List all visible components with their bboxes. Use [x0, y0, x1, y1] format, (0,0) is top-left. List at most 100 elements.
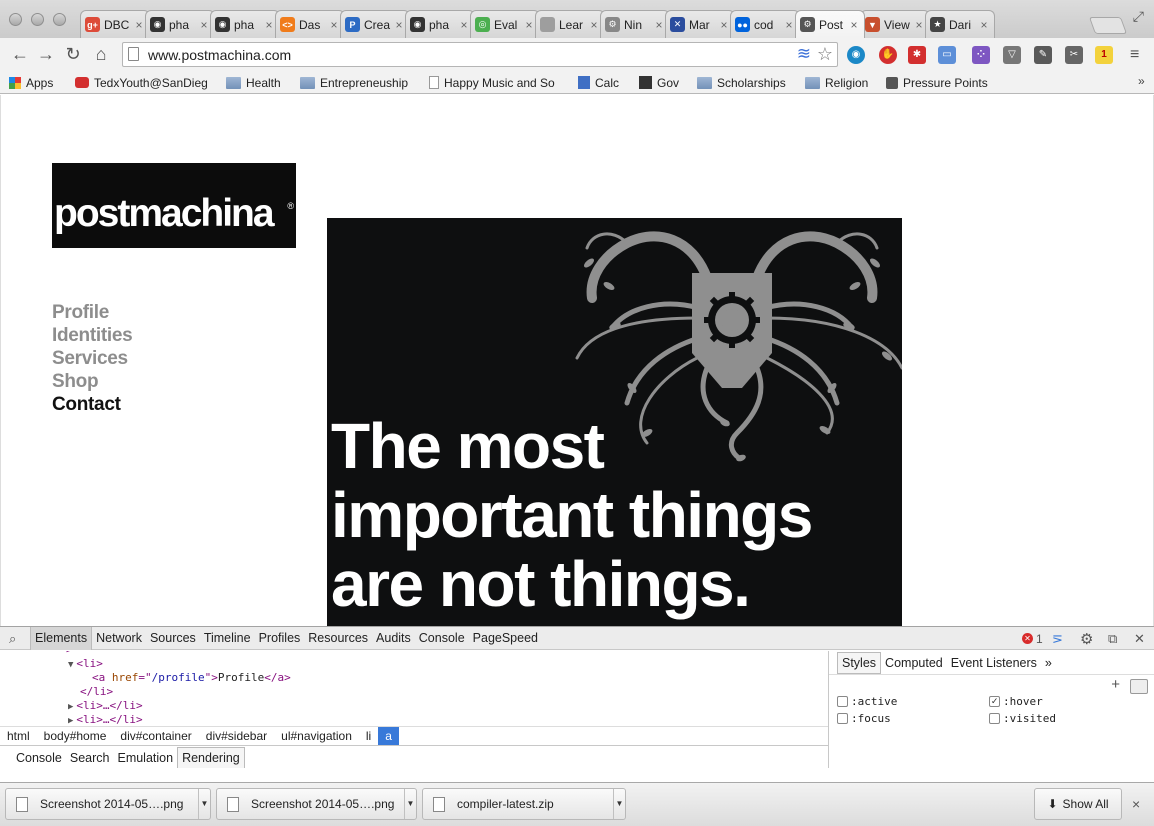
- bookmark-calc[interactable]: Calc: [578, 74, 628, 91]
- browser-tab[interactable]: ▼ View ×: [860, 10, 930, 38]
- browser-tab[interactable]: ⚙ Post ×: [795, 10, 865, 38]
- browser-tab[interactable]: ★ Dari ×: [925, 10, 995, 38]
- browser-tab[interactable]: ◉ pha ×: [145, 10, 215, 38]
- tab-close-icon[interactable]: ×: [458, 18, 470, 32]
- download-menu-caret-icon[interactable]: ▼: [404, 789, 416, 819]
- pseudo-visited[interactable]: :visited: [989, 712, 1056, 725]
- extension-waves-icon[interactable]: ≋: [797, 44, 811, 64]
- dom-anchor-line[interactable]: <a href="/profile">Profile</a>: [92, 671, 291, 685]
- forward-button[interactable]: →: [36, 44, 56, 64]
- tab-close-icon[interactable]: ×: [393, 18, 405, 32]
- devtools-tab-sources[interactable]: Sources: [146, 627, 200, 650]
- nav-item-contact[interactable]: Contact: [52, 393, 132, 416]
- browser-tab[interactable]: ●● cod ×: [730, 10, 800, 38]
- devtools-tab-console[interactable]: Console: [415, 627, 469, 650]
- styles-tab-computed[interactable]: Computed: [881, 653, 947, 673]
- console-drawer-icon[interactable]: ⋝: [1052, 630, 1063, 647]
- browser-tab[interactable]: <> Das ×: [275, 10, 345, 38]
- window-close-button[interactable]: [9, 13, 22, 26]
- extension-tool-icon[interactable]: ✂: [1065, 46, 1083, 64]
- browser-tab[interactable]: P Crea ×: [340, 10, 410, 38]
- nav-item-services[interactable]: Services: [52, 347, 132, 370]
- checkbox-active[interactable]: [837, 696, 848, 707]
- devtools-tab-timeline[interactable]: Timeline: [200, 627, 255, 650]
- styles-tab-styles[interactable]: Styles: [837, 651, 882, 674]
- collapsed-triangle-icon[interactable]: ▶: [68, 702, 73, 712]
- checkbox-focus[interactable]: [837, 713, 848, 724]
- nav-item-profile[interactable]: Profile: [52, 301, 132, 324]
- breadcrumb-item[interactable]: div#sidebar: [199, 727, 274, 746]
- dom-tree[interactable]: > ▼<li> <a href="/profile">Profile</a> <…: [0, 651, 828, 726]
- reload-button[interactable]: ↻: [63, 44, 83, 64]
- site-logo[interactable]: postmachina ®: [52, 163, 296, 248]
- tab-close-icon[interactable]: ×: [133, 18, 145, 32]
- tab-close-icon[interactable]: ×: [978, 18, 990, 32]
- tab-close-icon[interactable]: ×: [523, 18, 535, 32]
- checkbox-visited[interactable]: [989, 713, 1000, 724]
- devtools-tab-profiles[interactable]: Profiles: [255, 627, 305, 650]
- nav-item-identities[interactable]: Identities: [52, 324, 133, 347]
- breadcrumb-item[interactable]: ul#navigation: [274, 727, 359, 746]
- breadcrumb-item[interactable]: div#container: [113, 727, 198, 746]
- home-button[interactable]: ⌂: [91, 44, 111, 64]
- drawer-tab-search[interactable]: Search: [66, 748, 114, 768]
- bookmark-bb[interactable]: Gov: [639, 74, 689, 91]
- download-menu-caret-icon[interactable]: ▼: [198, 789, 210, 819]
- bookmark-star-icon[interactable]: ☆: [817, 44, 833, 65]
- extension-folder-icon[interactable]: ▭: [938, 46, 956, 64]
- devtools-tab-network[interactable]: Network: [92, 627, 146, 650]
- nav-item-shop[interactable]: Shop: [52, 370, 132, 393]
- element-state-icon[interactable]: [1130, 679, 1148, 694]
- breadcrumb-item[interactable]: body#home: [37, 727, 114, 746]
- devtools-tab-elements[interactable]: Elements: [30, 627, 93, 650]
- bookmark-folder[interactable]: Religion: [805, 74, 875, 91]
- devtools-tab-audits[interactable]: Audits: [372, 627, 415, 650]
- tab-close-icon[interactable]: ×: [263, 18, 275, 32]
- tab-close-icon[interactable]: ×: [653, 18, 665, 32]
- bookmark-folder[interactable]: Entrepreneuship: [300, 74, 420, 91]
- evernote-icon[interactable]: ✎: [1034, 46, 1052, 64]
- browser-tab[interactable]: ◉ pha ×: [210, 10, 280, 38]
- inspect-search-icon[interactable]: ⌕: [9, 631, 16, 647]
- window-zoom-button[interactable]: [53, 13, 66, 26]
- address-bar[interactable]: www.postmachina.com ≋ ☆: [122, 42, 838, 67]
- error-counter[interactable]: ✕ 1: [1022, 630, 1043, 647]
- browser-tab[interactable]: ◉ pha ×: [405, 10, 475, 38]
- new-style-rule-icon[interactable]: +: [1111, 676, 1120, 693]
- drawer-tab-emulation[interactable]: Emulation: [113, 748, 177, 768]
- dom-li-expanded[interactable]: ▼ <li>: [68, 657, 103, 671]
- devtools-close-icon[interactable]: ✕: [1134, 630, 1145, 647]
- browser-tab[interactable]: ✕ Mar ×: [665, 10, 735, 38]
- tab-close-icon[interactable]: ×: [328, 18, 340, 32]
- styles-more-icon[interactable]: »: [1041, 653, 1056, 673]
- pseudo-hover[interactable]: ✓:hover: [989, 695, 1043, 708]
- close-shelf-icon[interactable]: ×: [1132, 796, 1140, 812]
- bookmarks-overflow-icon[interactable]: »: [1138, 74, 1145, 88]
- pseudo-active[interactable]: :active: [837, 695, 897, 708]
- bookmark-page[interactable]: Happy Music and So: [429, 74, 564, 91]
- notes-badge-icon[interactable]: 1: [1095, 46, 1113, 64]
- tab-close-icon[interactable]: ×: [848, 18, 860, 32]
- download-item[interactable]: Screenshot 2014-05….png ▼: [216, 788, 417, 820]
- download-item[interactable]: Screenshot 2014-05….png ▼: [5, 788, 211, 820]
- settings-gear-icon[interactable]: ⚙: [1080, 630, 1093, 648]
- download-item[interactable]: compiler-latest.zip ▼: [422, 788, 626, 820]
- browser-tab[interactable]: Lear ×: [535, 10, 605, 38]
- extension-dots-icon[interactable]: ⁘: [972, 46, 990, 64]
- browser-tab[interactable]: ◎ Eval ×: [470, 10, 540, 38]
- fullscreen-icon[interactable]: ⤢: [1133, 8, 1144, 25]
- styles-tab-event-listeners[interactable]: Event Listeners: [947, 653, 1041, 673]
- extension-eye-icon[interactable]: ◉: [847, 46, 865, 64]
- dom-li-close[interactable]: </li>: [80, 685, 113, 699]
- tab-close-icon[interactable]: ×: [913, 18, 925, 32]
- tab-close-icon[interactable]: ×: [783, 18, 795, 32]
- url-text[interactable]: www.postmachina.com: [148, 47, 291, 63]
- new-tab-button[interactable]: [1088, 17, 1128, 34]
- back-button[interactable]: ←: [10, 44, 30, 64]
- dom-li-collapsed[interactable]: ▶ <li>…</li>: [68, 713, 143, 726]
- tab-close-icon[interactable]: ×: [588, 18, 600, 32]
- checkbox-hover[interactable]: ✓: [989, 696, 1000, 707]
- bookmark-cfr[interactable]: Pressure Points: [886, 74, 1006, 91]
- show-all-downloads-button[interactable]: ⬇ Show All: [1034, 788, 1122, 820]
- breadcrumb-item[interactable]: li: [359, 727, 378, 746]
